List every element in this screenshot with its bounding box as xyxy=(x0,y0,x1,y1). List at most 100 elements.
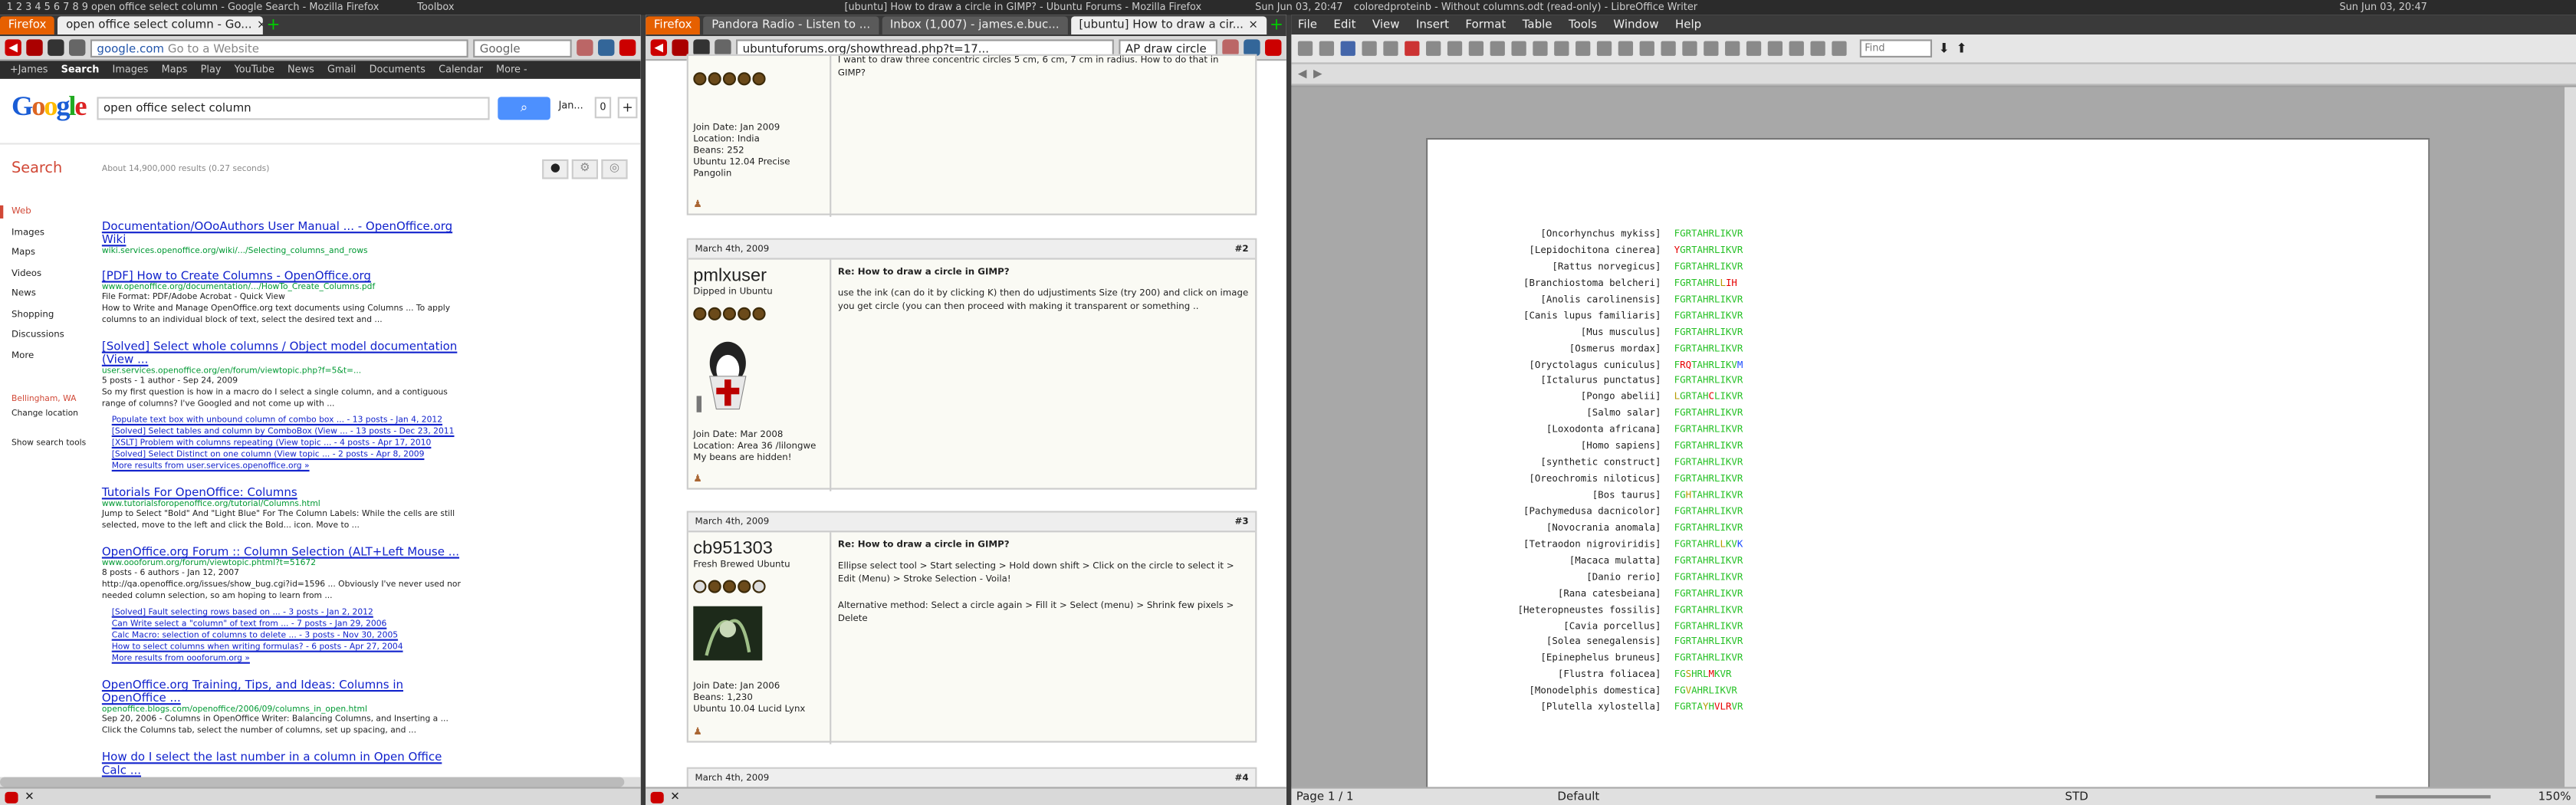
person-icon[interactable]: ♟ xyxy=(693,199,702,210)
addon-icon[interactable] xyxy=(48,39,64,56)
nonprinting-icon[interactable] xyxy=(1789,41,1804,56)
user-name[interactable]: Jan... xyxy=(559,100,583,112)
find-icon[interactable] xyxy=(1725,41,1740,56)
tab-ubuntu-forum[interactable]: [ubuntu] How to draw a cir... × xyxy=(1070,16,1267,35)
nav-images[interactable]: Images xyxy=(12,228,94,248)
home-icon-2[interactable] xyxy=(577,39,593,56)
gbar-item[interactable]: More - xyxy=(496,64,527,76)
show-search-tools-link[interactable]: Show search tools xyxy=(12,439,94,459)
toolbox-label[interactable]: Toolbox xyxy=(411,0,838,15)
menu-insert[interactable]: Insert xyxy=(1416,18,1449,31)
hyperlink-icon[interactable] xyxy=(1639,41,1654,56)
help-icon[interactable] xyxy=(1832,41,1847,56)
account-button[interactable]: ● xyxy=(542,159,569,179)
search-box[interactable]: Google xyxy=(473,38,572,57)
scroll-thumb[interactable] xyxy=(0,777,625,787)
person-icon[interactable]: ♟ xyxy=(693,473,702,485)
new-tab-icon[interactable]: + xyxy=(1270,16,1283,34)
result-title[interactable]: Documentation/OOoAuthors User Manual ...… xyxy=(102,220,463,246)
share-button[interactable]: + xyxy=(617,97,638,119)
url-bar[interactable]: google.com Go to a Website xyxy=(90,38,468,57)
nav-web[interactable]: Web xyxy=(12,207,94,228)
new-tab-icon[interactable]: + xyxy=(267,16,281,34)
close-icon[interactable]: ✕ xyxy=(670,790,680,803)
sub-result-link[interactable]: [Solved] Select Distinct on one column (… xyxy=(112,450,464,462)
image-icon[interactable] xyxy=(1682,41,1697,56)
zoom-slider[interactable] xyxy=(2375,795,2491,799)
menu-window[interactable]: Window xyxy=(1613,18,1658,31)
username[interactable]: pmlxuser xyxy=(693,266,767,286)
selection-mode[interactable]: STD xyxy=(2065,790,2328,803)
save-icon[interactable] xyxy=(1340,41,1355,56)
gbar-item[interactable]: YouTube xyxy=(235,64,274,76)
nav-shopping[interactable]: Shopping xyxy=(12,310,94,330)
table-icon[interactable] xyxy=(1661,41,1676,56)
cut-icon[interactable] xyxy=(1511,41,1526,56)
notification-count[interactable]: 0 xyxy=(594,97,612,119)
post-number[interactable]: #2 xyxy=(1235,240,1249,258)
chart-icon[interactable] xyxy=(1704,41,1719,56)
nav-more[interactable]: More xyxy=(12,351,94,372)
undo-icon[interactable] xyxy=(1596,41,1612,56)
v-scrollbar[interactable] xyxy=(2564,87,2576,787)
tab-pandora[interactable]: Pandora Radio - Listen to ... xyxy=(703,16,879,35)
gallery-icon[interactable] xyxy=(1767,41,1783,56)
post-number[interactable]: #3 xyxy=(1235,513,1249,531)
close-icon[interactable]: × xyxy=(1248,16,1258,34)
zoom-level[interactable]: 150% xyxy=(2538,790,2571,803)
gbar-item[interactable]: +James xyxy=(10,64,48,76)
back-icon[interactable]: ◀ xyxy=(650,39,668,56)
google-logo[interactable]: Google xyxy=(12,90,87,123)
sub-result-link[interactable]: [Solved] Select tables and column by Com… xyxy=(112,427,464,439)
menu-table[interactable]: Table xyxy=(1523,18,1552,31)
sub-result-link[interactable]: How to select columns when writing formu… xyxy=(112,642,464,654)
home-icon[interactable] xyxy=(69,39,86,56)
open-icon[interactable] xyxy=(1319,41,1335,56)
username[interactable]: cb951303 xyxy=(693,539,773,559)
firefox-menu-button[interactable]: Firefox xyxy=(646,16,701,35)
result-title[interactable]: [PDF] How to Create Columns - OpenOffice… xyxy=(102,269,463,282)
sub-result-link[interactable]: Populate text box with unbound column of… xyxy=(112,416,464,427)
addon-bar-icon[interactable] xyxy=(5,790,18,803)
redo-icon[interactable] xyxy=(1618,41,1634,56)
pdf-icon[interactable] xyxy=(1405,41,1420,56)
sub-result-link[interactable]: More results from user.services.openoffi… xyxy=(112,462,464,473)
sub-result-link[interactable]: [XSLT] Problem with columns repeating (V… xyxy=(112,439,464,450)
close-icon[interactable]: ✕ xyxy=(25,790,34,803)
next-icon[interactable]: ▶ xyxy=(1313,67,1322,80)
find-prev-icon[interactable]: ⬆ xyxy=(1957,41,1967,56)
zoom-icon[interactable] xyxy=(1810,41,1825,56)
menu-tools[interactable]: Tools xyxy=(1569,18,1597,31)
copy-icon[interactable] xyxy=(1533,41,1548,56)
download-icon[interactable] xyxy=(1244,39,1260,56)
firefox-menu-button[interactable]: Firefox xyxy=(0,16,55,35)
gbar-item[interactable]: Play xyxy=(201,64,222,76)
gbar-item[interactable]: Search xyxy=(61,64,100,76)
h-scrollbar[interactable] xyxy=(0,777,641,787)
email-icon[interactable] xyxy=(1362,41,1377,56)
query-input[interactable]: open office select column xyxy=(97,97,490,120)
addon-icon[interactable] xyxy=(693,39,710,56)
new-icon[interactable] xyxy=(1297,41,1313,56)
menu-format[interactable]: Format xyxy=(1465,18,1506,31)
sub-result-link[interactable]: [Solved] Fault selecting rows based on .… xyxy=(112,608,464,619)
paste-icon[interactable] xyxy=(1554,41,1569,56)
result-title[interactable]: How do I select the last number in a col… xyxy=(102,751,463,777)
result-title[interactable]: OpenOffice.org Forum :: Column Selection… xyxy=(102,545,463,558)
print-icon[interactable] xyxy=(1426,41,1441,56)
result-title[interactable]: Tutorials For OpenOffice: Columns xyxy=(102,486,463,499)
tab-inbox[interactable]: Inbox (1,007) - james.e.buc... xyxy=(882,16,1068,35)
edit-icon[interactable] xyxy=(1383,41,1398,56)
gbar-item[interactable]: News xyxy=(288,64,314,76)
menu-edit[interactable]: Edit xyxy=(1333,18,1355,31)
search-button[interactable]: ⌕ xyxy=(498,97,550,120)
nav-videos[interactable]: Videos xyxy=(12,268,94,289)
home-icon-2[interactable] xyxy=(1222,39,1239,56)
autospell-icon[interactable] xyxy=(1490,41,1505,56)
navigator-icon[interactable] xyxy=(1746,41,1762,56)
back-icon[interactable]: ◀ xyxy=(5,39,21,56)
menu-file[interactable]: File xyxy=(1298,18,1317,31)
gbar-item[interactable]: Documents xyxy=(370,64,426,76)
find-next-icon[interactable]: ⬇ xyxy=(1939,41,1950,56)
close-icon[interactable]: × xyxy=(257,16,263,34)
